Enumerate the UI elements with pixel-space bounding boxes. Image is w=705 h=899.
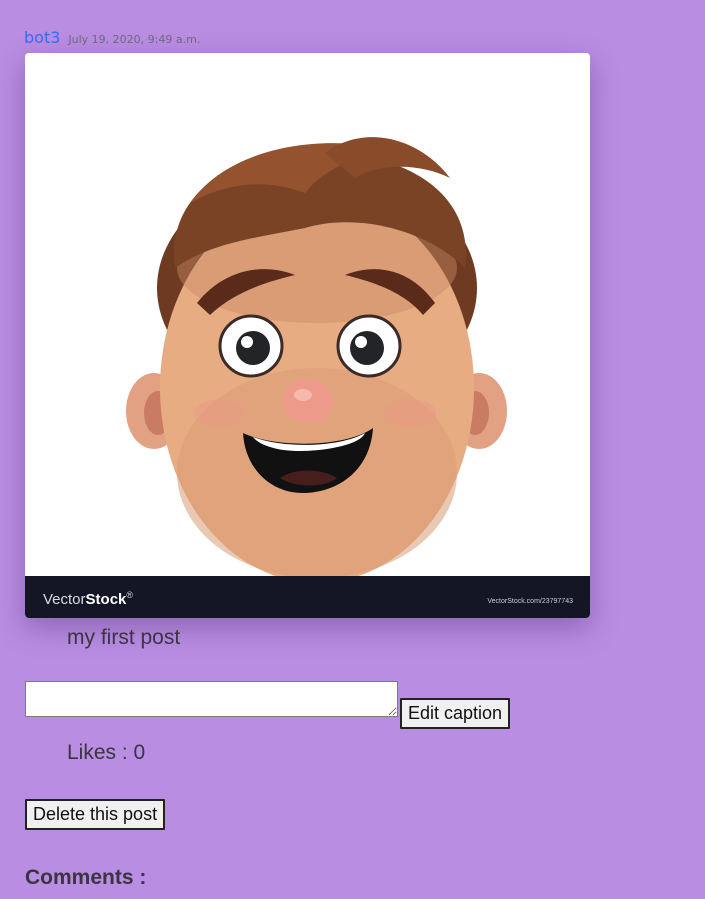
watermark-registered: ® <box>126 590 133 600</box>
post-card: bot3 July 19, 2020, 9:49 a.m. VectorStoc… <box>0 0 705 899</box>
post-caption: my first post <box>67 626 181 649</box>
watermark-url: VectorStock.com/23797743 <box>487 598 573 605</box>
delete-post-button[interactable]: Delete this post <box>25 799 166 830</box>
edit-caption-button[interactable]: Edit caption <box>400 698 511 729</box>
svg-text:VectorStock®: VectorStock® <box>43 590 133 608</box>
username-link[interactable]: bot3 <box>24 28 60 47</box>
likes-count: Likes : 0 <box>67 741 146 764</box>
edit-caption-row: Edit caption <box>25 681 511 729</box>
caption-input[interactable] <box>25 681 398 717</box>
watermark-brand-light: Vector <box>43 591 86 608</box>
cartoon-face-illustration: VectorStock® VectorStock.com/23797743 <box>25 53 590 618</box>
watermark-brand-bold: Stock <box>86 591 128 608</box>
post-header: bot3 July 19, 2020, 9:49 a.m. <box>24 28 200 47</box>
post-timestamp: July 19, 2020, 9:49 a.m. <box>68 33 201 46</box>
post-image: VectorStock® VectorStock.com/23797743 <box>25 53 590 618</box>
comments-heading: Comments : <box>25 866 147 889</box>
